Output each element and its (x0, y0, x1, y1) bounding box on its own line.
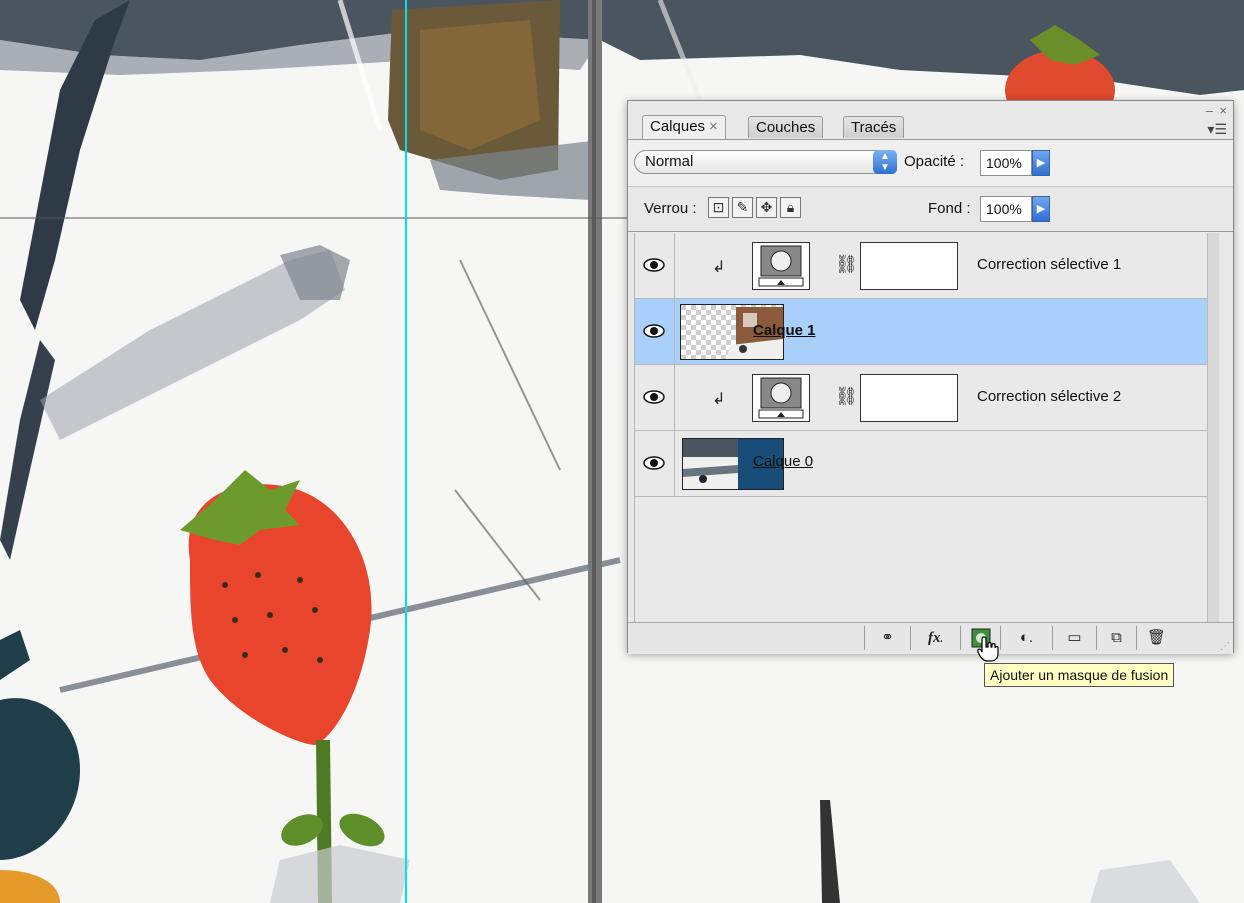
selective-color-icon (758, 245, 804, 287)
opacity-slider-arrow-icon[interactable]: ▶ (1032, 150, 1050, 176)
adjustment-thumbnail[interactable] (752, 242, 810, 290)
lock-transparency-icon[interactable]: ⊡ (708, 197, 729, 218)
tab-calques[interactable]: Calques × (642, 115, 726, 139)
new-layer-icon: ⧉ (1111, 629, 1122, 646)
eye-icon (643, 324, 665, 338)
fill-field[interactable]: 100% (980, 196, 1032, 222)
visibility-toggle[interactable] (635, 233, 675, 298)
tab-label: Couches (756, 119, 816, 136)
layers-scrollbar[interactable] (1207, 233, 1219, 623)
new-layer-button[interactable]: ⧉ (1096, 626, 1136, 650)
minimize-icon[interactable]: – (1206, 103, 1213, 118)
fill-label: Fond : (928, 200, 971, 217)
clipping-arrow-icon: ↲ (712, 391, 726, 408)
eye-icon (643, 258, 665, 272)
tooltip: Ajouter un masque de fusion (984, 663, 1175, 687)
layer-row-correction-2[interactable]: ↲ ⛓︎ Correction sélective 2 (635, 365, 1209, 431)
link-layers-button[interactable]: ⚭ (864, 626, 910, 650)
blend-options-row: Normal ▲ ▼ Opacité : 100% ▶ (628, 139, 1233, 187)
resize-grip-icon[interactable]: ⋰ (1220, 641, 1230, 652)
blend-mode-value: Normal (645, 153, 694, 170)
clipping-arrow-icon: ↲ (712, 259, 726, 276)
blend-mode-select[interactable]: Normal ▲ ▼ (634, 150, 897, 174)
opacity-label: Opacité : (904, 153, 965, 170)
new-group-button[interactable]: ▭ (1052, 626, 1096, 650)
delete-layer-button[interactable]: 🗑︎ (1136, 626, 1176, 650)
link-layers-icon: ⚭ (881, 629, 894, 646)
tab-label: Calques (650, 118, 706, 135)
layer-row-correction-1[interactable]: ↲ ⛓︎ Correction sélective 1 (635, 233, 1209, 299)
chain-link-icon[interactable]: ⛓︎ (835, 386, 858, 407)
visibility-toggle[interactable] (635, 365, 675, 430)
lock-position-icon[interactable]: ✥ (756, 197, 777, 218)
adjustment-layer-button[interactable]: ◐. (1000, 626, 1052, 650)
lock-pixels-icon[interactable]: ✎ (732, 197, 753, 218)
eye-icon (643, 390, 665, 404)
lock-all-icon[interactable]: 🔒︎ (780, 197, 801, 218)
opacity-field[interactable]: 100% (980, 150, 1032, 176)
layer-row-calque-0[interactable]: Calque 0 (635, 431, 1209, 497)
lock-row: Verrou : ⊡ ✎ ✥ 🔒︎ Fond : 100% ▶ (628, 187, 1233, 232)
layer-name[interactable]: Calque 1 (753, 322, 816, 339)
tab-label: Tracés (851, 119, 897, 136)
tab-close-icon[interactable]: × (709, 118, 718, 135)
lock-label: Verrou : (644, 200, 697, 217)
chevron-updown-icon[interactable]: ▲ ▼ (873, 150, 897, 174)
fx-button[interactable]: fx. (910, 626, 960, 650)
layers-panel: – × Calques × Couches Tracés ▾☰ Normal ▲ ▼… (627, 100, 1234, 654)
tab-couches[interactable]: Couches (748, 116, 824, 138)
close-icon[interactable]: × (1219, 103, 1227, 118)
trash-icon: 🗑︎ (1146, 629, 1167, 646)
chain-link-icon[interactable]: ⛓︎ (835, 254, 858, 275)
eye-icon (643, 456, 665, 470)
adjustment-icon: ◐. (1019, 629, 1034, 646)
layer-row-calque-1[interactable]: Calque 1 (635, 299, 1209, 365)
fx-icon: fx (928, 630, 941, 646)
panel-menu-icon[interactable]: ▾☰ (1207, 121, 1227, 138)
fill-slider-arrow-icon[interactable]: ▶ (1032, 196, 1050, 222)
mask-thumbnail[interactable] (860, 242, 958, 290)
layer-name[interactable]: Correction sélective 2 (977, 388, 1121, 405)
layers-list: ↲ ⛓︎ Correction sélective 1 Calque 1 ↲ ⛓… (634, 233, 1209, 623)
hand-pointer-icon (977, 636, 999, 662)
layer-name[interactable]: Calque 0 (753, 453, 813, 470)
layers-bottom-toolbar: ⚭ fx. ◐. ▭ ⧉ 🗑︎ ⋰ (628, 622, 1233, 654)
layer-name[interactable]: Correction sélective 1 (977, 256, 1121, 273)
mask-thumbnail[interactable] (860, 374, 958, 422)
visibility-toggle[interactable] (635, 431, 675, 496)
tab-traces[interactable]: Tracés (843, 116, 905, 138)
adjustment-thumbnail[interactable] (752, 374, 810, 422)
visibility-toggle[interactable] (635, 299, 675, 364)
panel-titlebar[interactable]: – × Calques × Couches Tracés ▾☰ (628, 101, 1233, 141)
new-group-icon: ▭ (1067, 629, 1082, 646)
selective-color-icon (758, 377, 804, 419)
